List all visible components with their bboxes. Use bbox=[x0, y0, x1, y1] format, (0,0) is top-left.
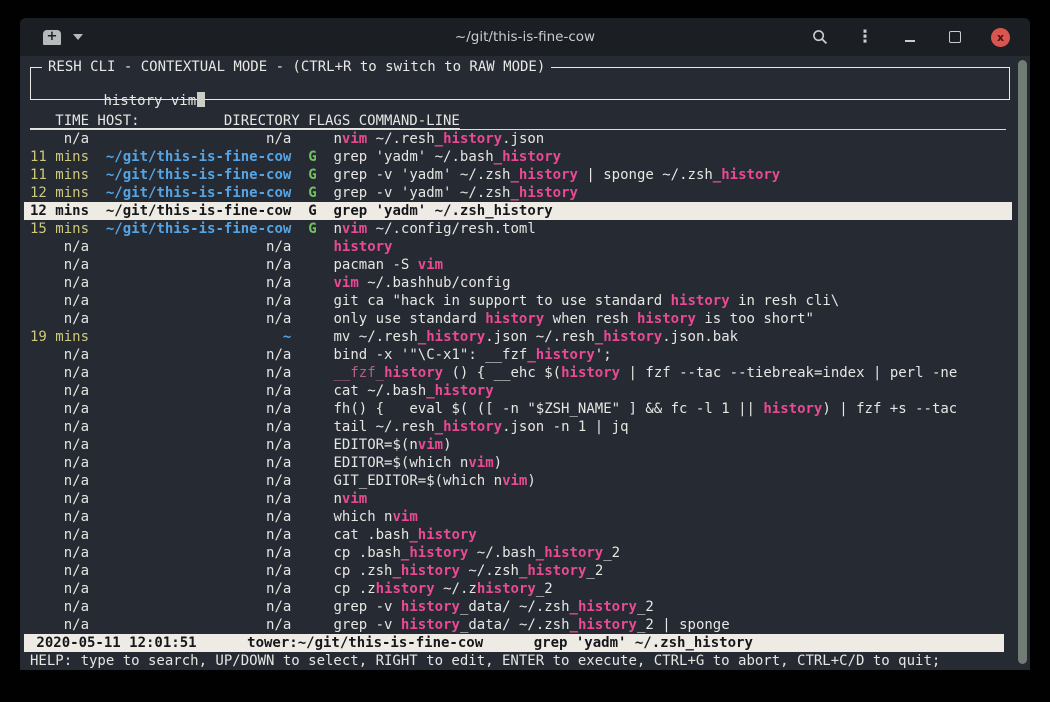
history-row[interactable]: 15 mins ~/git/this-is-fine-cow G nvim ~/… bbox=[30, 220, 1006, 238]
history-row[interactable]: n/a n/a nvim bbox=[30, 490, 1006, 508]
history-row[interactable]: n/a n/a grep -v history_data/ ~/.zsh_his… bbox=[30, 616, 1006, 634]
history-row-selected[interactable]: 12 mins ~/git/this-is-fine-cow G grep 'y… bbox=[24, 202, 1012, 220]
history-row[interactable]: n/a n/a bind -x '"\C-x1": __fzf_history'… bbox=[30, 346, 1006, 364]
history-row[interactable]: n/a n/a __fzf_history () { __ehc $(histo… bbox=[30, 364, 1006, 382]
history-rows: n/a n/a nvim ~/.resh_history.json11 mins… bbox=[30, 130, 1030, 634]
text-cursor bbox=[197, 92, 205, 107]
history-row[interactable]: n/a n/a cp .zsh_history ~/.zsh_history_2 bbox=[30, 562, 1006, 580]
terminal-window: + ~/git/this-is-fine-cow ⋮ x RESH CLI - … bbox=[20, 18, 1030, 670]
search-icon[interactable] bbox=[811, 28, 829, 46]
status-bar: 2020-05-11 12:01:51 tower:~/git/this-is-… bbox=[24, 634, 1004, 652]
close-button[interactable]: x bbox=[991, 28, 1010, 47]
history-row[interactable]: n/a n/a cp .zhistory ~/.zhistory_2 bbox=[30, 580, 1006, 598]
history-row[interactable]: n/a n/a GIT_EDITOR=$(which nvim) bbox=[30, 472, 1006, 490]
history-row[interactable]: n/a n/a pacman -S vim bbox=[30, 256, 1006, 274]
search-input[interactable]: history vim bbox=[31, 68, 1009, 128]
history-row[interactable]: 12 mins ~/git/this-is-fine-cow G grep -v… bbox=[30, 184, 1006, 202]
history-row[interactable]: n/a n/a nvim ~/.resh_history.json bbox=[30, 130, 1006, 148]
history-row[interactable]: n/a n/a EDITOR=$(which nvim) bbox=[30, 454, 1006, 472]
history-row[interactable]: n/a n/a only use standard history when r… bbox=[30, 310, 1006, 328]
restore-button[interactable] bbox=[946, 28, 964, 46]
history-row[interactable]: n/a n/a fh() { eval $( ([ -n "$ZSH_NAME"… bbox=[30, 400, 1006, 418]
history-row[interactable]: n/a n/a EDITOR=$(nvim) bbox=[30, 436, 1006, 454]
menu-kebab-icon[interactable]: ⋮ bbox=[856, 28, 874, 46]
history-row[interactable]: n/a n/a tail ~/.resh_history.json -n 1 |… bbox=[30, 418, 1006, 436]
history-row[interactable]: n/a n/a which nvim bbox=[30, 508, 1006, 526]
minimize-button[interactable] bbox=[901, 28, 919, 46]
resh-mode-title: RESH CLI - CONTEXTUAL MODE - (CTRL+R to … bbox=[42, 58, 551, 76]
terminal-content[interactable]: RESH CLI - CONTEXTUAL MODE - (CTRL+R to … bbox=[20, 56, 1030, 670]
new-tab-button[interactable]: + bbox=[43, 30, 61, 45]
chevron-down-icon[interactable] bbox=[73, 34, 83, 40]
history-row[interactable]: 19 mins ~ mv ~/.resh_history.json ~/.res… bbox=[30, 328, 1006, 346]
history-row[interactable]: 11 mins ~/git/this-is-fine-cow G grep 'y… bbox=[30, 148, 1006, 166]
history-row[interactable]: n/a n/a cat .bash_history bbox=[30, 526, 1006, 544]
history-row[interactable]: n/a n/a vim ~/.bashhub/config bbox=[30, 274, 1006, 292]
history-row[interactable]: n/a n/a history bbox=[30, 238, 1006, 256]
history-row[interactable]: n/a n/a cat ~/.bash_history bbox=[30, 382, 1006, 400]
history-row[interactable]: 11 mins ~/git/this-is-fine-cow G grep -v… bbox=[30, 166, 1006, 184]
titlebar: + ~/git/this-is-fine-cow ⋮ x bbox=[20, 18, 1030, 56]
history-row[interactable]: n/a n/a git ca "hack in support to use s… bbox=[30, 292, 1006, 310]
help-line: HELP: type to search, UP/DOWN to select,… bbox=[30, 652, 1030, 670]
search-query-text: history vim bbox=[103, 93, 196, 109]
resh-search-box[interactable]: RESH CLI - CONTEXTUAL MODE - (CTRL+R to … bbox=[30, 67, 1010, 100]
history-row[interactable]: n/a n/a grep -v history_data/ ~/.zsh_his… bbox=[30, 598, 1006, 616]
history-row[interactable]: n/a n/a cp .bash_history ~/.bash_history… bbox=[30, 544, 1006, 562]
scrollbar-thumb[interactable] bbox=[1018, 60, 1027, 664]
